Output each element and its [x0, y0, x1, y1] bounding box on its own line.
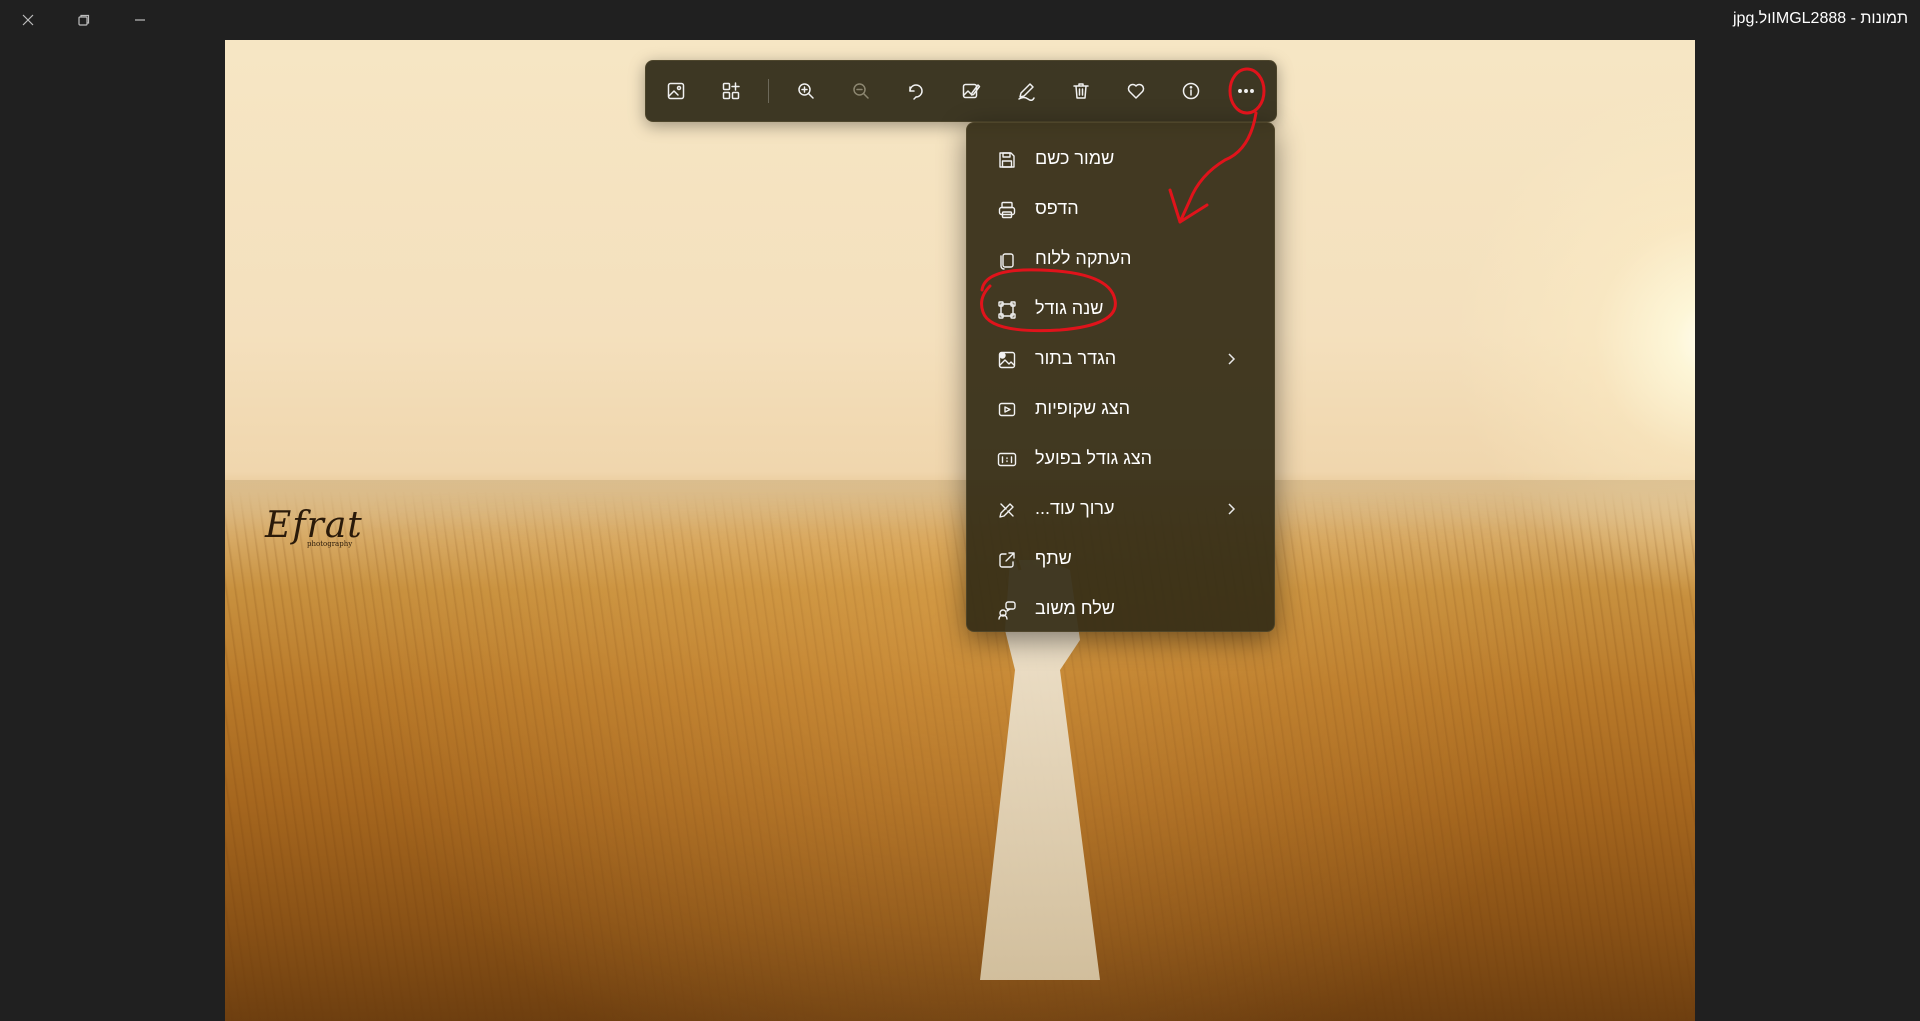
menu-item-label: שלח משוב	[1035, 598, 1115, 618]
share-icon	[999, 552, 1015, 568]
edit-photo-icon	[962, 83, 981, 99]
more-options-icon	[1238, 89, 1254, 93]
zoom-out-button[interactable]	[845, 75, 877, 107]
zoom-in-button[interactable]	[790, 75, 822, 107]
restore-icon	[78, 14, 90, 26]
restore-button[interactable]	[56, 0, 112, 40]
add-to-album-icon	[722, 82, 740, 100]
more-options-button[interactable]	[1230, 75, 1262, 107]
menu-item-label: הצג גודל בפועל	[1035, 448, 1153, 468]
menu-item-label: שמור כשם	[1035, 148, 1115, 168]
menu-item-resize[interactable]: שנה גודל	[967, 285, 1274, 335]
menu-item-save-as[interactable]: שמור כשם	[967, 135, 1274, 185]
actual-size-icon	[997, 452, 1017, 467]
photo-view[interactable]: Efrat photography	[225, 40, 1695, 1021]
draw-icon	[1018, 83, 1035, 101]
close-button[interactable]	[0, 0, 56, 40]
set-as-icon	[998, 351, 1016, 369]
edit-more-icon	[999, 503, 1014, 518]
edit-photo-button[interactable]	[955, 75, 987, 107]
window-title: תמונות - IMGL2888ול.jpg	[1732, 10, 1908, 27]
menu-item-label: ערוך עוד...	[1035, 498, 1115, 518]
menu-item-print[interactable]: הדפס	[967, 185, 1274, 235]
info-button[interactable]	[1175, 75, 1207, 107]
slideshow-icon	[998, 402, 1016, 417]
zoom-in-icon	[798, 83, 814, 99]
print-icon	[998, 201, 1016, 219]
zoom-out-icon	[853, 83, 869, 99]
menu-item-label: הצג שקופיות	[1035, 398, 1131, 418]
copy-icon	[1000, 253, 1014, 270]
photo-toolbar	[645, 60, 1277, 122]
menu-item-copy[interactable]: העתקה ללוח	[967, 235, 1274, 285]
toolbar-separator	[768, 79, 769, 103]
menu-item-label: שנה גודל	[1035, 298, 1104, 318]
menu-item-slideshow[interactable]: הצג שקופיות	[967, 385, 1274, 435]
edit-image-icon	[667, 82, 685, 100]
menu-item-feedback[interactable]: שלח משוב	[967, 585, 1274, 631]
watermark-subtitle: photography	[307, 540, 353, 548]
delete-button[interactable]	[1065, 75, 1097, 107]
menu-item-edit-more[interactable]: ערוך עוד...	[967, 485, 1274, 535]
menu-item-actual-size[interactable]: הצג גודל בפועל	[967, 435, 1274, 485]
add-to-album-button[interactable]	[715, 75, 747, 107]
delete-icon	[1073, 83, 1089, 99]
minimize-button[interactable]	[112, 0, 168, 40]
menu-item-share[interactable]: שתף	[967, 535, 1274, 585]
menu-item-label: שתף	[1035, 548, 1072, 568]
resize-icon	[998, 301, 1016, 319]
menu-item-label: העתקה ללוח	[1035, 248, 1132, 268]
save-icon	[999, 152, 1015, 168]
chevron-right-icon	[1228, 503, 1236, 515]
edit-image-button[interactable]	[660, 75, 692, 107]
chevron-right-icon	[1228, 353, 1236, 365]
draw-button[interactable]	[1010, 75, 1042, 107]
menu-item-set-as[interactable]: הגדר בתור	[967, 335, 1274, 385]
title-bar: תמונות - IMGL2888ול.jpg	[0, 0, 1920, 40]
menu-item-label: הגדר בתור	[1035, 348, 1117, 368]
rotate-button[interactable]	[900, 75, 932, 107]
menu-item-label: הדפס	[1035, 198, 1079, 218]
minimize-icon	[135, 19, 145, 21]
info-icon	[1182, 82, 1200, 100]
favorite-icon	[1127, 83, 1145, 99]
close-icon	[22, 14, 34, 26]
feedback-icon	[998, 601, 1016, 620]
favorite-button[interactable]	[1120, 75, 1152, 107]
more-options-menu: שמור כשם הדפס העתקה ללוח שנה גודל הגדר ב…	[966, 122, 1275, 632]
rotate-icon	[909, 84, 923, 100]
